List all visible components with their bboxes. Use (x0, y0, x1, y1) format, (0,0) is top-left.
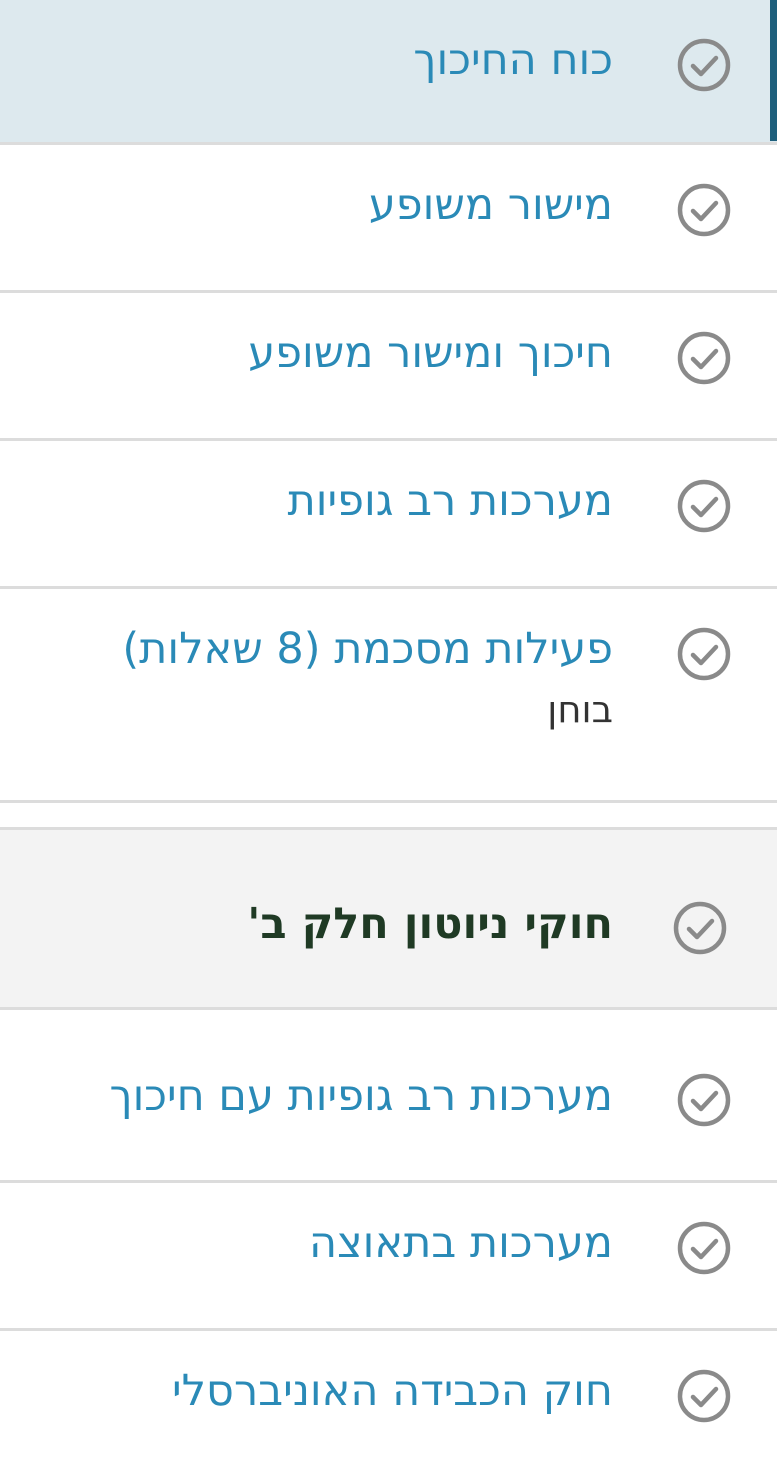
check-circle-icon (676, 37, 732, 93)
list-item-active[interactable]: כוח החיכוך (0, 0, 777, 145)
active-indicator (770, 0, 777, 141)
item-title: פעילות מסכמת (8 שאלות) (122, 624, 613, 674)
list-item[interactable]: חוק הכבידה האוניברסלי (0, 1331, 777, 1479)
item-title: מערכות רב גופיות עם חיכוך (109, 1071, 613, 1121)
lesson-list: כוח החיכוך מישור משופע חיכוך ומישור משופ… (0, 0, 777, 1479)
list-item[interactable]: מערכות בתאוצה (0, 1183, 777, 1331)
section-title: חוקי ניוטון חלק ב' (247, 899, 613, 949)
section-divider (0, 803, 777, 830)
check-circle-icon (676, 182, 732, 238)
item-title: כוח החיכוך (413, 35, 613, 85)
item-title: חוק הכבידה האוניברסלי (171, 1366, 613, 1416)
check-circle-icon (676, 1072, 732, 1128)
check-circle-icon (676, 1220, 732, 1276)
item-title: מישור משופע (368, 180, 613, 230)
check-circle-icon (676, 330, 732, 386)
section-header[interactable]: חוקי ניוטון חלק ב' (0, 830, 777, 1010)
check-circle-icon (672, 900, 728, 956)
check-circle-icon (676, 1368, 732, 1424)
list-item[interactable]: מערכות רב גופיות עם חיכוך (0, 1010, 777, 1183)
item-type-label: בוחן (547, 688, 613, 731)
check-circle-icon (676, 626, 732, 682)
item-title: מערכות בתאוצה (309, 1218, 613, 1268)
list-item[interactable]: מישור משופע (0, 145, 777, 293)
list-item[interactable]: מערכות רב גופיות (0, 441, 777, 589)
check-circle-icon (676, 478, 732, 534)
item-title: חיכוך ומישור משופע (248, 328, 613, 378)
list-item-quiz[interactable]: פעילות מסכמת (8 שאלות) בוחן (0, 589, 777, 803)
list-item[interactable]: חיכוך ומישור משופע (0, 293, 777, 441)
item-title: מערכות רב גופיות (287, 476, 613, 526)
